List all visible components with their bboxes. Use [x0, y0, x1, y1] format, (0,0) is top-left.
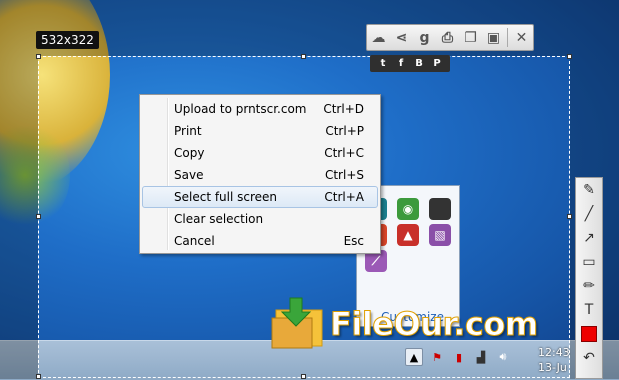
resize-handle-sw[interactable]: [36, 374, 41, 379]
copy-icon[interactable]: ❐: [459, 25, 482, 50]
menu-item-label: Save: [174, 168, 204, 182]
resize-handle-w[interactable]: [36, 214, 41, 219]
resize-handle-e[interactable]: [567, 214, 572, 219]
menu-item-clear-selection[interactable]: Clear selection: [142, 208, 378, 230]
line-icon[interactable]: ╱: [577, 202, 601, 226]
color-swatch-icon[interactable]: [577, 322, 601, 346]
menu-item-shortcut: Ctrl+S: [324, 168, 364, 182]
resize-handle-s[interactable]: [301, 374, 306, 379]
menu-item-select-full-screen[interactable]: Select full screen Ctrl+A: [142, 186, 378, 208]
menu-item-shortcut: Ctrl+A: [324, 190, 364, 204]
pinterest-icon[interactable]: P: [430, 55, 444, 72]
menu-item-cancel[interactable]: Cancel Esc: [142, 230, 378, 252]
selection-size-label: 532x322: [36, 31, 99, 49]
menu-item-label: Print: [174, 124, 202, 138]
resize-handle-ne[interactable]: [567, 54, 572, 59]
menu-item-shortcut: Ctrl+D: [323, 102, 364, 116]
share-icon[interactable]: ⋖: [390, 25, 413, 50]
toolbar-separator: [507, 28, 508, 47]
close-icon[interactable]: ✕: [510, 25, 533, 50]
menu-item-upload-to-prntscr-com[interactable]: Upload to prntscr.com Ctrl+D: [142, 98, 378, 120]
menu-item-label: Clear selection: [174, 212, 264, 226]
menu-item-print[interactable]: Print Ctrl+P: [142, 120, 378, 142]
menu-item-copy[interactable]: Copy Ctrl+C: [142, 142, 378, 164]
menu-item-label: Cancel: [174, 234, 215, 248]
menu-item-save[interactable]: Save Ctrl+S: [142, 164, 378, 186]
menu-item-shortcut: Ctrl+P: [325, 124, 364, 138]
color-swatch: [581, 326, 597, 342]
facebook-icon[interactable]: f: [394, 55, 408, 72]
menu-item-shortcut: Esc: [343, 234, 364, 248]
dim-overlay-left: [0, 0, 38, 379]
marker-icon[interactable]: ✏: [577, 274, 601, 298]
arrow-icon[interactable]: ↗: [577, 226, 601, 250]
pen-icon[interactable]: ✎: [577, 178, 601, 202]
resize-handle-n[interactable]: [301, 54, 306, 59]
print-icon[interactable]: ⎙: [436, 25, 459, 50]
upload-cloud-icon[interactable]: ☁: [367, 25, 390, 50]
top-toolbar: ☁ ⋖ g ⎙ ❐ ▣ ✕: [366, 24, 534, 51]
resize-handle-nw[interactable]: [36, 54, 41, 59]
undo-icon[interactable]: ↶: [577, 346, 601, 370]
text-icon[interactable]: T: [577, 298, 601, 322]
rectangle-icon[interactable]: ▭: [577, 250, 601, 274]
twitter-icon[interactable]: t: [376, 55, 390, 72]
menu-item-label: Copy: [174, 146, 205, 160]
menu-item-label: Select full screen: [174, 190, 278, 204]
context-menu: Upload to prntscr.com Ctrl+D Print Ctrl+P Co…: [139, 94, 381, 254]
save-icon[interactable]: ▣: [482, 25, 505, 50]
drawing-tools-sidebar: ✎ ╱ ↗ ▭ ✏ T ↶: [575, 177, 603, 379]
google-icon[interactable]: g: [413, 25, 436, 50]
blogger-icon[interactable]: B: [412, 55, 426, 72]
menu-item-shortcut: Ctrl+C: [324, 146, 364, 160]
menu-item-label: Upload to prntscr.com: [174, 102, 307, 116]
social-share-bar: tfBP: [370, 55, 450, 72]
